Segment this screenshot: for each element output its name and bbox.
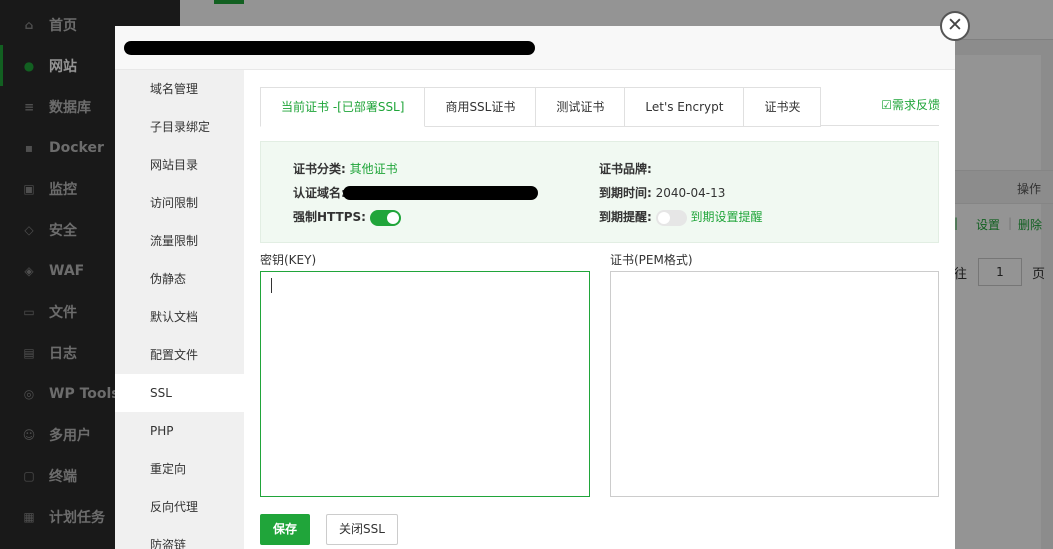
expiry-reminder-link[interactable]: 到期设置提醒	[690, 210, 762, 224]
cert-category: 证书分类: 其他证书	[293, 160, 398, 177]
cert-brand: 证书品牌:	[599, 160, 652, 177]
side-item-domain[interactable]: 域名管理	[115, 70, 244, 108]
force-https-toggle[interactable]	[369, 209, 401, 226]
cert-brand-label: 证书品牌:	[599, 162, 652, 176]
dialog-body: 当前证书 -[已部署SSL] 商用SSL证书 测试证书 Let's Encryp…	[260, 70, 940, 549]
side-item-ssl[interactable]: SSL	[115, 374, 244, 412]
redacted-domain	[343, 186, 538, 200]
cert-label: 证书(PEM格式)	[610, 253, 693, 267]
dialog-side-menu: 域名管理 子目录绑定 网站目录 访问限制 流量限制 伪静态 默认文档 配置文件 …	[115, 70, 244, 549]
side-item-config[interactable]: 配置文件	[115, 336, 244, 374]
side-item-access-limit[interactable]: 访问限制	[115, 184, 244, 222]
side-item-php[interactable]: PHP	[115, 412, 244, 450]
cert-textarea[interactable]	[610, 271, 939, 497]
save-button[interactable]: 保存	[260, 514, 310, 545]
feedback-label: 需求反馈	[891, 98, 940, 112]
ssl-dialog: 域名管理 子目录绑定 网站目录 访问限制 流量限制 伪静态 默认文档 配置文件 …	[115, 26, 955, 549]
side-item-traffic-limit[interactable]: 流量限制	[115, 222, 244, 260]
key-label: 密钥(KEY)	[260, 253, 317, 267]
side-item-default-doc[interactable]: 默认文档	[115, 298, 244, 336]
cert-expiry-value: 2040-04-13	[655, 186, 726, 200]
tab-current-cert[interactable]: 当前证书 -[已部署SSL]	[260, 87, 426, 127]
tab-commercial-ssl[interactable]: 商用SSL证书	[425, 87, 537, 127]
close-ssl-button[interactable]: 关闭SSL	[326, 514, 398, 545]
feedback-icon: ☑	[881, 98, 892, 112]
cert-category-label: 证书分类:	[293, 162, 346, 176]
side-item-hotlink[interactable]: 防盗链	[115, 526, 244, 549]
cert-category-value: 其他证书	[349, 162, 398, 176]
expiry-reminder-toggle[interactable]	[655, 209, 687, 226]
force-https-label: 强制HTTPS:	[293, 210, 366, 224]
redacted-title	[124, 41, 535, 55]
tab-cert-folder[interactable]: 证书夹	[744, 87, 822, 127]
expiry-reminder-label: 到期提醒:	[599, 210, 652, 224]
side-item-reverse-proxy[interactable]: 反向代理	[115, 488, 244, 526]
cert-domain: 认证域名:	[293, 184, 346, 201]
feedback-link[interactable]: ☑需求反馈	[881, 96, 940, 113]
cert-expiry-label: 到期时间:	[599, 186, 652, 200]
text-caret	[271, 278, 272, 293]
expiry-reminder: 到期提醒: 到期设置提醒	[599, 208, 762, 226]
cert-domain-label: 认证域名:	[293, 186, 346, 200]
tab-test-cert[interactable]: 测试证书	[536, 87, 626, 127]
close-icon[interactable]: ✕	[940, 11, 970, 41]
side-item-subdir[interactable]: 子目录绑定	[115, 108, 244, 146]
ssl-tabs: 当前证书 -[已部署SSL] 商用SSL证书 测试证书 Let's Encryp…	[260, 87, 939, 127]
key-textarea[interactable]	[260, 271, 590, 497]
cert-info-box: 证书分类: 其他证书 证书品牌: 认证域名: 到期时间: 2040-04-13 …	[260, 141, 939, 243]
tab-lets-encrypt[interactable]: Let's Encrypt	[625, 87, 745, 127]
dialog-title-bar	[115, 26, 955, 70]
side-item-site-dir[interactable]: 网站目录	[115, 146, 244, 184]
side-item-rewrite[interactable]: 伪静态	[115, 260, 244, 298]
force-https: 强制HTTPS:	[293, 208, 401, 226]
side-item-redirect[interactable]: 重定向	[115, 450, 244, 488]
cert-expiry: 到期时间: 2040-04-13	[599, 184, 725, 201]
